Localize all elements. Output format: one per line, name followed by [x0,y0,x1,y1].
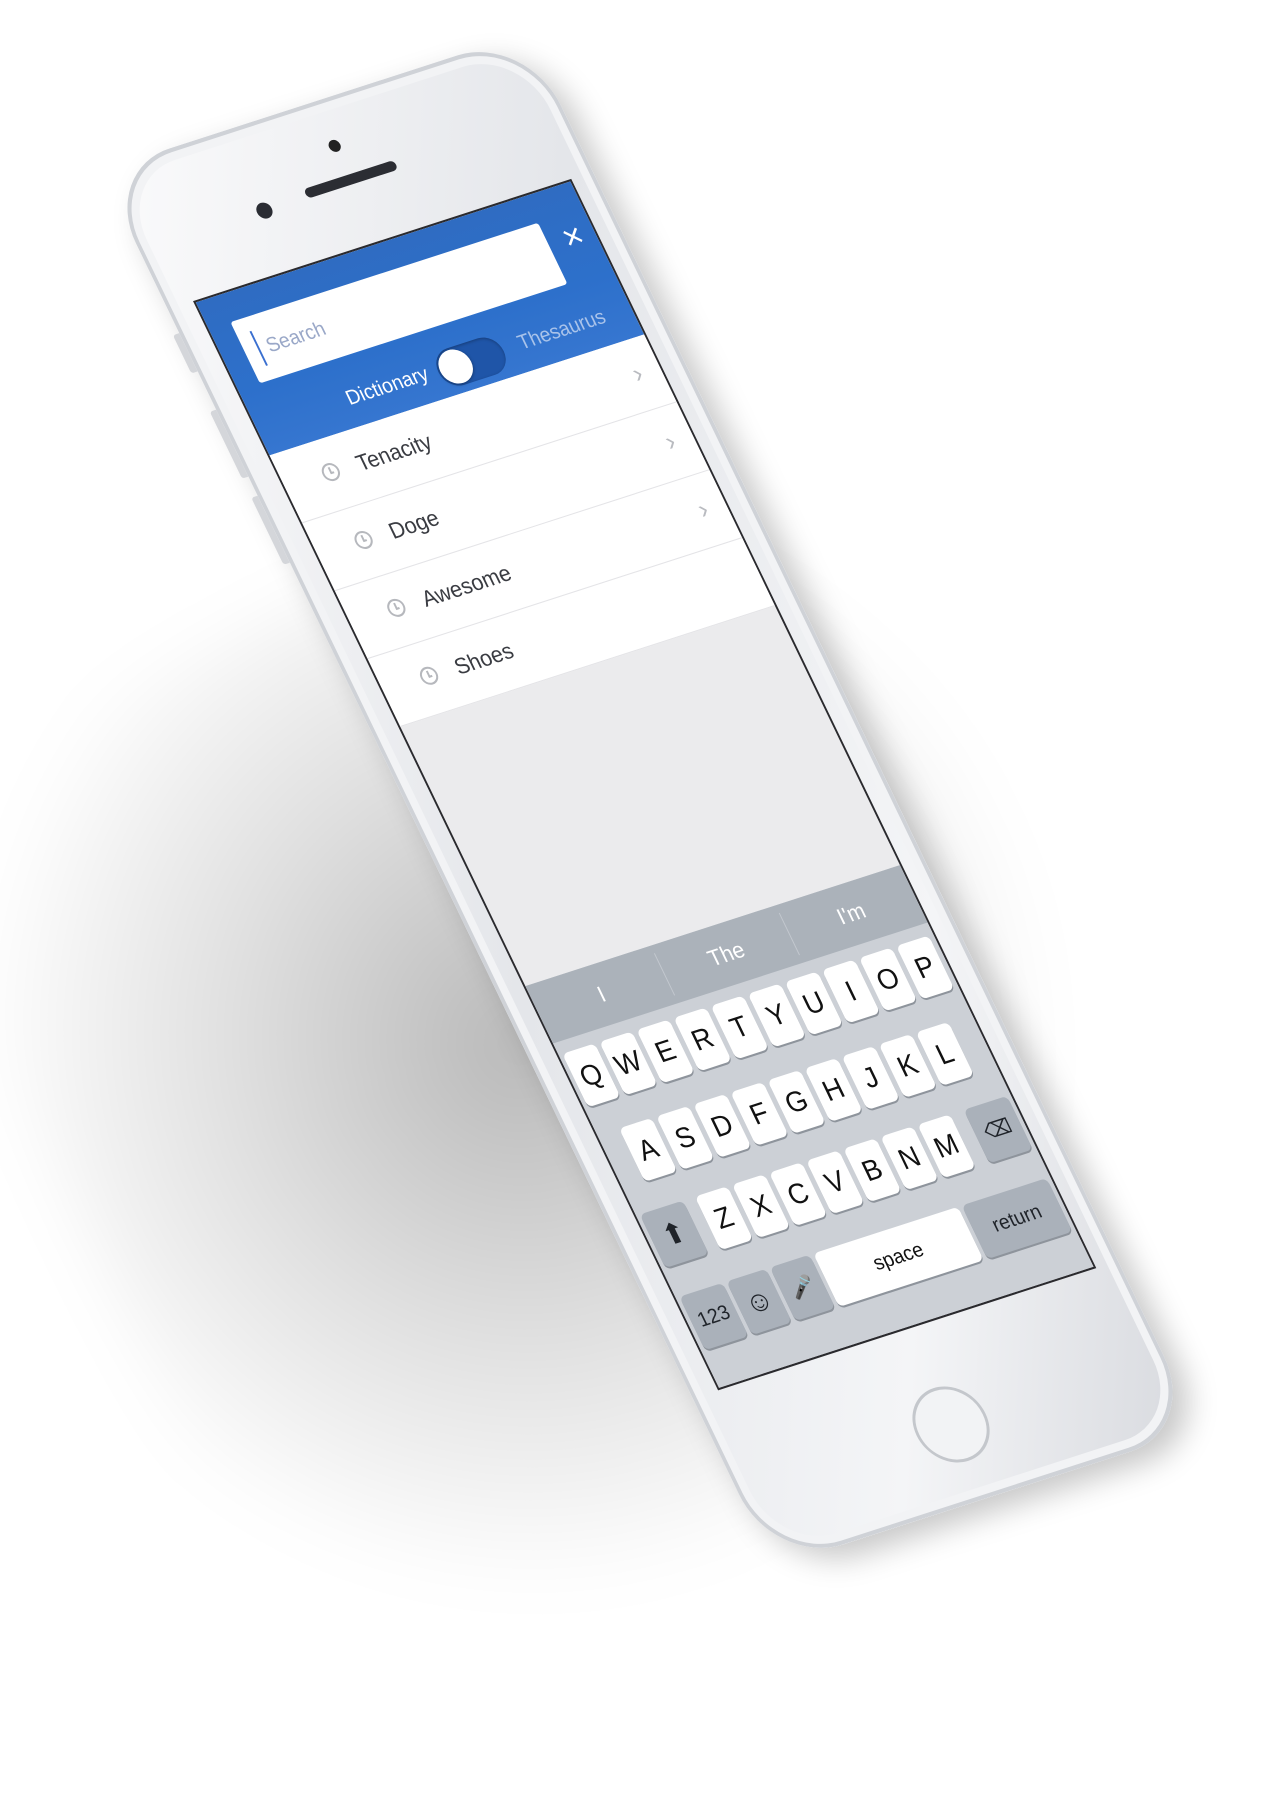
chevron-right-icon: › [691,493,714,525]
clock-icon [384,596,409,620]
space-key[interactable]: space [813,1206,984,1308]
toggle-knob [432,345,479,388]
clock-icon [416,664,442,687]
chevron-right-icon: › [626,357,649,389]
list-item-label: Doge [384,504,444,544]
clock-icon [318,460,344,484]
thesaurus-label[interactable]: Thesaurus [514,306,610,356]
close-icon[interactable]: × [550,216,596,258]
chevron-right-icon: › [659,425,681,457]
list-item-label: Shoes [449,637,518,680]
list-item-label: Awesome [417,559,516,612]
clock-icon [351,528,376,552]
dictionary-label[interactable]: Dictionary [342,363,433,411]
list-item-label: Tenacity [351,428,437,477]
return-key[interactable]: return [961,1178,1073,1260]
